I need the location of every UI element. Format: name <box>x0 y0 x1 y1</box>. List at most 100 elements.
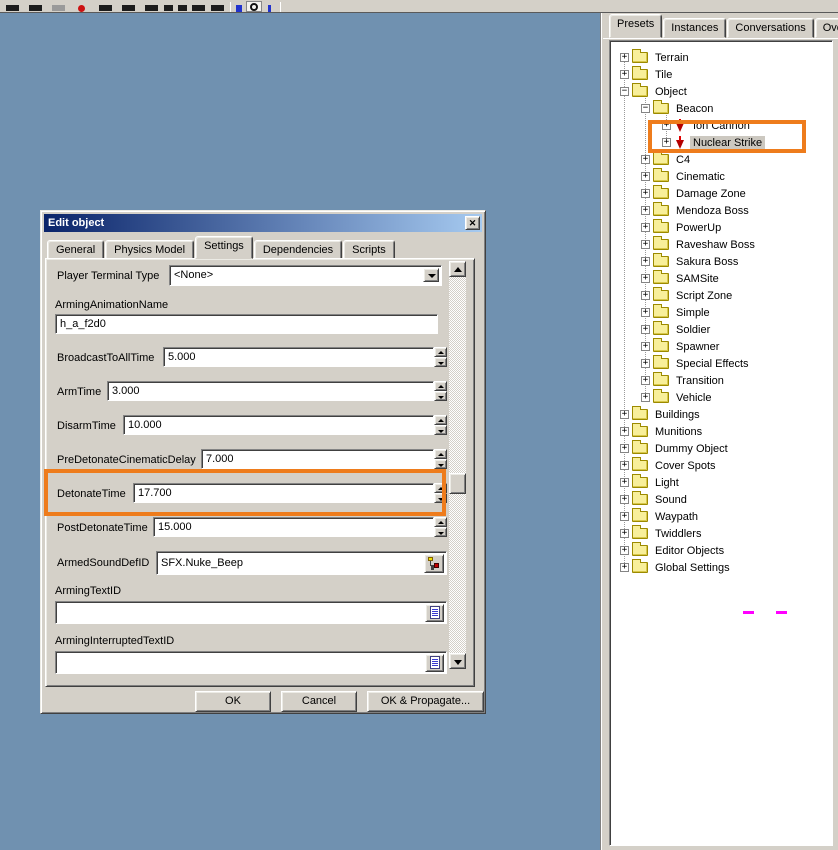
tree-item-mendoza-boss[interactable]: +Mendoza Boss <box>612 202 830 219</box>
arming-text-id-input[interactable] <box>55 601 447 624</box>
tab-instances[interactable]: Instances <box>663 18 726 38</box>
tree-item-label[interactable]: Dummy Object <box>652 442 731 456</box>
tree-item-simple[interactable]: +Simple <box>612 304 830 321</box>
expand-icon[interactable]: + <box>620 70 629 79</box>
toolbar-icon[interactable] <box>78 5 85 12</box>
toolbar-icon[interactable] <box>246 1 262 12</box>
tree-item-label[interactable]: Sakura Boss <box>673 255 741 269</box>
tree-item-label[interactable]: Buildings <box>652 408 703 422</box>
scroll-up-icon[interactable] <box>449 261 466 277</box>
expand-icon[interactable]: + <box>620 546 629 555</box>
spin-up-icon[interactable] <box>434 347 447 357</box>
tree-item-label[interactable]: Waypath <box>652 510 701 524</box>
tree-item-label[interactable]: Editor Objects <box>652 544 727 558</box>
tree-item-label[interactable]: Cover Spots <box>652 459 719 473</box>
arm-time-input[interactable]: 3.000 <box>107 381 434 401</box>
arming-animation-name-input[interactable]: h_a_f2d0 <box>55 314 438 334</box>
pre-detonate-cinematic-delay-stepper[interactable] <box>434 449 447 469</box>
tree-item-soldier[interactable]: +Soldier <box>612 321 830 338</box>
expand-icon[interactable]: + <box>620 512 629 521</box>
tree-item-label[interactable]: Vehicle <box>673 391 714 405</box>
expand-icon[interactable]: + <box>641 393 650 402</box>
toolbar-icon[interactable] <box>211 5 224 11</box>
tree-item-damage-zone[interactable]: +Damage Zone <box>612 185 830 202</box>
spin-down-icon[interactable] <box>434 527 447 537</box>
collapse-icon[interactable]: − <box>641 104 650 113</box>
tree-item-label[interactable]: Terrain <box>652 51 692 65</box>
tree-item-tile[interactable]: + Tile <box>612 66 830 83</box>
tab-presets[interactable]: Presets <box>609 14 662 38</box>
spin-up-icon[interactable] <box>434 449 447 459</box>
expand-icon[interactable]: + <box>641 240 650 249</box>
sound-preset-browse-button[interactable] <box>424 554 444 573</box>
expand-icon[interactable]: + <box>641 274 650 283</box>
toolbar-icon[interactable] <box>122 5 135 11</box>
expand-icon[interactable]: + <box>620 529 629 538</box>
tree-item-cover-spots[interactable]: +Cover Spots <box>612 457 830 474</box>
tree-item-munitions[interactable]: + Munitions <box>612 423 830 440</box>
tree-item-transition[interactable]: +Transition <box>612 372 830 389</box>
tab-general[interactable]: General <box>47 240 104 259</box>
expand-icon[interactable]: + <box>641 291 650 300</box>
spin-down-icon[interactable] <box>434 357 447 367</box>
tab-overlap[interactable]: Overlap <box>815 18 838 38</box>
tree-item-label[interactable]: Spawner <box>673 340 722 354</box>
tree-item-sound[interactable]: +Sound <box>612 491 830 508</box>
expand-icon[interactable]: + <box>641 342 650 351</box>
disarm-time-input[interactable]: 10.000 <box>123 415 434 435</box>
expand-icon[interactable]: + <box>620 53 629 62</box>
tree-item-label[interactable]: Twiddlers <box>652 527 704 541</box>
close-icon[interactable]: ✕ <box>465 216 480 230</box>
spin-down-icon[interactable] <box>434 425 447 435</box>
ok-button[interactable]: OK <box>195 691 271 712</box>
tree-item-cinematic[interactable]: +Cinematic <box>612 168 830 185</box>
toolbar-icon[interactable] <box>178 5 187 11</box>
toolbar-icon[interactable] <box>6 5 19 11</box>
expand-icon[interactable]: + <box>641 257 650 266</box>
post-detonate-time-input[interactable]: 15.000 <box>153 517 434 537</box>
spin-up-icon[interactable] <box>434 381 447 391</box>
ok-propagate-button[interactable]: OK & Propagate... <box>367 691 484 712</box>
toolbar-icon[interactable] <box>29 5 42 11</box>
tree-item-label[interactable]: Damage Zone <box>673 187 749 201</box>
string-picker-button[interactable] <box>425 654 444 672</box>
tree-item-dummy-object[interactable]: +Dummy Object <box>612 440 830 457</box>
tree-item-label[interactable]: Object <box>652 85 690 99</box>
expand-icon[interactable]: + <box>620 495 629 504</box>
toolbar-icon[interactable] <box>268 5 271 12</box>
tree-item-label[interactable]: Tile <box>652 68 675 82</box>
expand-icon[interactable]: + <box>620 427 629 436</box>
armed-sound-def-id-input[interactable]: SFX.Nuke_Beep <box>156 551 447 575</box>
tree-item-twiddlers[interactable]: + Twiddlers <box>612 525 830 542</box>
tree-item-special-effects[interactable]: +Special Effects <box>612 355 830 372</box>
tree-item-waypath[interactable]: + Waypath <box>612 508 830 525</box>
string-picker-button[interactable] <box>425 604 444 622</box>
settings-scrollbar[interactable] <box>449 261 466 669</box>
tree-item-editor-objects[interactable]: + Editor Objects <box>612 542 830 559</box>
scrollbar-thumb[interactable] <box>449 473 466 494</box>
tab-dependencies[interactable]: Dependencies <box>254 240 342 259</box>
chevron-down-icon[interactable] <box>423 268 439 282</box>
tree-item-script-zone[interactable]: +Script Zone <box>612 287 830 304</box>
toolbar-icon[interactable] <box>236 5 242 12</box>
tree-item-label[interactable]: Mendoza Boss <box>673 204 752 218</box>
scroll-down-icon[interactable] <box>449 653 466 669</box>
tab-conversations[interactable]: Conversations <box>727 18 813 38</box>
expand-icon[interactable]: + <box>641 155 650 164</box>
spin-up-icon[interactable] <box>434 415 447 425</box>
tree-item-label[interactable]: Simple <box>673 306 713 320</box>
tab-scripts[interactable]: Scripts <box>343 240 395 259</box>
toolbar-icon[interactable] <box>52 5 65 11</box>
broadcast-to-all-time-stepper[interactable] <box>434 347 447 367</box>
expand-icon[interactable]: + <box>620 478 629 487</box>
player-terminal-type-combobox[interactable]: <None> <box>169 265 442 286</box>
expand-icon[interactable]: + <box>641 172 650 181</box>
broadcast-to-all-time-input[interactable]: 5.000 <box>163 347 434 367</box>
toolbar-icon[interactable] <box>99 5 112 11</box>
expand-icon[interactable]: + <box>620 563 629 572</box>
tree-item-light[interactable]: + Light <box>612 474 830 491</box>
tree-item-label[interactable]: Munitions <box>652 425 705 439</box>
tree-item-label[interactable]: Transition <box>673 374 727 388</box>
tree-item-label[interactable]: Light <box>652 476 682 490</box>
toolbar-icon[interactable] <box>164 5 173 11</box>
